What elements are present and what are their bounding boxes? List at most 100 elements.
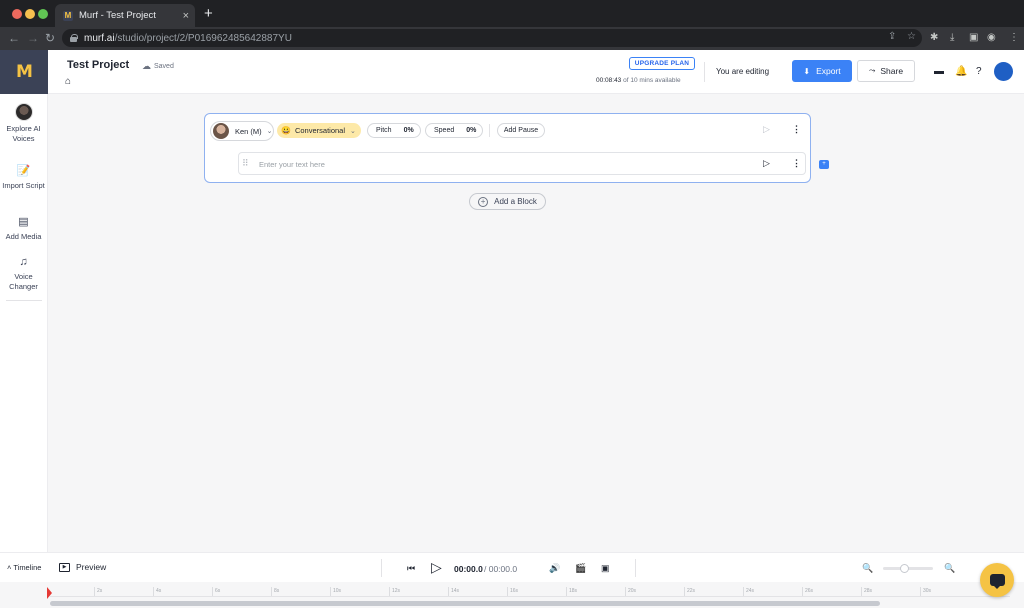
timeline-tick: 4s	[153, 587, 161, 596]
add-comment-icon[interactable]: +	[819, 160, 829, 169]
voice-style-dropdown[interactable]: 😀 Conversational ⌄	[277, 123, 361, 138]
chevron-down-icon: ⌄	[266, 128, 273, 135]
style-label: Conversational	[294, 126, 345, 135]
maximize-window-button[interactable]	[38, 9, 48, 19]
bookmark-star-icon[interactable]: ☆	[907, 31, 916, 42]
timeline-tick: 10s	[330, 587, 341, 596]
playhead[interactable]	[47, 587, 52, 599]
captions-icon[interactable]: ▣	[601, 563, 610, 573]
pitch-control[interactable]: Pitch 0%	[367, 123, 421, 138]
help-icon[interactable]: ?	[976, 66, 982, 78]
sidebar-item-add-media[interactable]: ▤ Add Media	[0, 215, 47, 242]
sidebar-item-label: Add Media	[5, 232, 42, 241]
timeline-tick: 12s	[389, 587, 400, 596]
sidepanel-icon[interactable]: ▣	[969, 32, 978, 44]
download-icon[interactable]: ⤓	[950, 32, 954, 44]
avatar[interactable]	[994, 62, 1013, 81]
add-pause-button[interactable]: Add Pause	[497, 123, 545, 138]
browser-tab[interactable]: M Murf - Test Project ×	[55, 4, 195, 27]
pill-divider	[489, 124, 490, 137]
chevron-up-icon: ˄	[7, 563, 12, 572]
share-page-icon[interactable]: ⇪	[888, 31, 896, 42]
export-button[interactable]: ⬇ Export	[792, 60, 852, 82]
address-bar[interactable]: murf.ai /studio/project/2/P0169624856428…	[62, 29, 922, 47]
player-divider	[635, 559, 636, 577]
notifications-bell-icon[interactable]: 🔔	[955, 66, 967, 78]
murf-favicon-icon: M	[63, 10, 73, 21]
download-icon: ⬇	[803, 66, 811, 76]
cloud-icon: ☁	[142, 61, 151, 71]
timeline: 2s 4s 6s 8s 10s 12s 14s 16s 18s 20s 22s 24s 26s 28s 30…	[0, 582, 1024, 608]
lock-icon	[70, 34, 78, 42]
sidebar-item-explore-voices[interactable]: Explore AI Voices	[0, 103, 47, 144]
url-domain: murf.ai	[84, 32, 115, 44]
browser-menu-icon[interactable]: ⋮	[1009, 32, 1019, 44]
row-play-icon[interactable]: ▷	[763, 158, 770, 169]
back-icon[interactable]: ←	[8, 30, 20, 46]
share-button[interactable]: ⤳ Share	[857, 60, 915, 82]
player-divider	[381, 559, 382, 577]
speed-control[interactable]: Speed 0%	[425, 123, 483, 138]
pitch-label: Pitch	[376, 127, 392, 134]
voice-selector[interactable]: Ken (M) ⌄	[210, 121, 274, 141]
logo-mark: M	[16, 62, 33, 82]
save-status-label: Saved	[154, 63, 174, 70]
timeline-toggle[interactable]: ˄ Timeline	[7, 563, 41, 572]
app-header: Test Project ☁ Saved ⌂ UPGRADE PLAN 00:0…	[48, 50, 1024, 94]
pitch-value: 0%	[403, 127, 414, 134]
chat-icon	[989, 574, 1005, 589]
play-icon[interactable]: ▷	[431, 560, 442, 574]
close-window-button[interactable]	[12, 9, 22, 19]
extensions-icon[interactable]: ✱	[930, 32, 938, 44]
voice-block: Ken (M) ⌄ 😀 Conversational ⌄ Pitch 0% Sp…	[204, 113, 811, 183]
home-icon[interactable]: ⌂	[65, 76, 71, 87]
skip-back-icon[interactable]: ⏮	[407, 563, 415, 573]
speed-label: Speed	[434, 127, 455, 134]
zoom-slider-thumb[interactable]	[900, 564, 909, 573]
preview-button[interactable]: ▶ Preview	[59, 562, 106, 572]
tab-close-icon[interactable]: ×	[183, 10, 189, 22]
video-clapper-icon[interactable]: 🎬	[575, 563, 586, 573]
drag-handle-icon[interactable]: ⠿	[242, 158, 249, 169]
timeline-tick: 20s	[625, 587, 636, 596]
forward-icon[interactable]: →	[27, 30, 39, 46]
sidebar-item-import-script[interactable]: 📝 Import Script	[0, 164, 47, 191]
timeline-label: Timeline	[13, 563, 42, 572]
timeline-tick: 14s	[448, 587, 459, 596]
add-block-button[interactable]: + Add a Block	[469, 193, 546, 210]
reload-icon[interactable]: ↻	[45, 30, 55, 46]
upgrade-plan-button[interactable]: UPGRADE PLAN	[629, 57, 695, 70]
add-block-label: Add a Block	[494, 197, 537, 206]
preview-icon: ▶	[59, 562, 70, 572]
text-row: ⠿ ▷ ⋮	[238, 152, 806, 175]
voice-changer-icon: ♫	[19, 256, 28, 268]
sidebar-item-voice-changer[interactable]: ♫ Voice Changer	[0, 255, 47, 292]
comments-icon[interactable]: ▬	[934, 66, 944, 78]
header-divider	[704, 62, 705, 82]
timeline-tick: 18s	[566, 587, 577, 596]
project-title[interactable]: Test Project	[67, 59, 129, 71]
new-tab-button[interactable]: +	[204, 6, 213, 21]
volume-icon[interactable]: 🔊	[549, 563, 560, 573]
timeline-tick: 28s	[861, 587, 872, 596]
voice-avatar	[213, 123, 229, 139]
plus-circle-icon: +	[478, 196, 489, 207]
block-play-icon[interactable]: ▷	[763, 124, 770, 135]
timeline-scrollbar[interactable]	[50, 601, 880, 606]
sidebar-divider	[6, 300, 42, 301]
chat-support-button[interactable]	[980, 563, 1014, 597]
murf-logo[interactable]: M	[0, 50, 48, 94]
voice-avatar	[14, 103, 33, 121]
row-more-icon[interactable]: ⋮	[792, 158, 801, 169]
editing-status: You are editing	[716, 67, 770, 76]
zoom-in-icon[interactable]: 🔍	[944, 563, 955, 573]
zoom-out-icon[interactable]: 🔍	[862, 563, 873, 573]
current-time: 00:00.0	[454, 564, 483, 574]
profile-icon[interactable]: ◉	[987, 32, 996, 44]
script-text-input[interactable]	[259, 158, 739, 171]
block-more-icon[interactable]: ⋮	[792, 124, 801, 135]
minimize-window-button[interactable]	[25, 9, 35, 19]
sidebar-item-label: Voice Changer	[9, 272, 38, 291]
timeline-tick: 2s	[94, 587, 102, 596]
time-used: 00:08:43	[596, 77, 622, 84]
